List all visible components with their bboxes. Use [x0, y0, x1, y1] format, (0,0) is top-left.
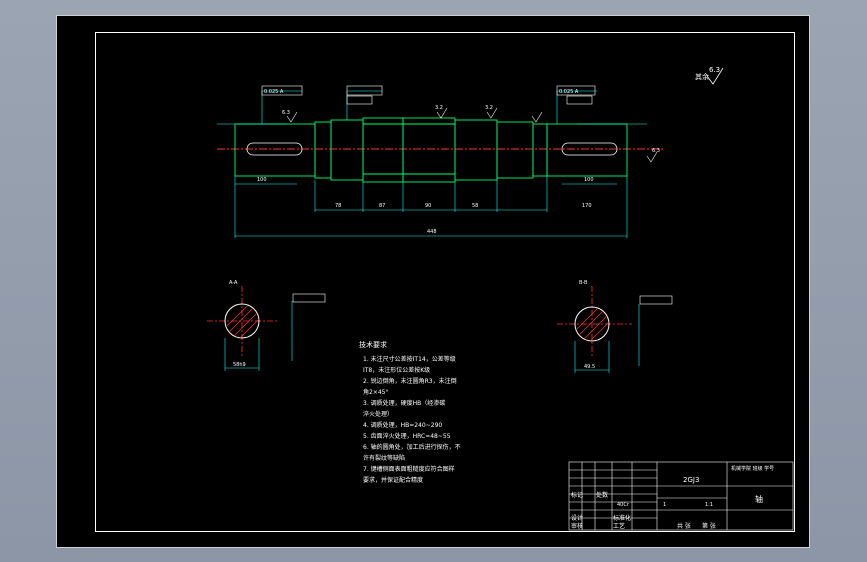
tech-req-item: 2. 锐边倒角，未注圆角R3，未注倒: [363, 378, 457, 385]
datum-right: 0.025 A: [559, 89, 579, 95]
tech-req-item: 要求，并保证配合精度: [363, 477, 424, 484]
tb-cell: 共 张: [677, 523, 691, 530]
dim-left-key: 100: [257, 177, 267, 183]
rough-b: 3.2: [435, 105, 443, 111]
tech-req-item: 淬火处理）: [363, 411, 394, 418]
drawing-sheet: 其余 6.3 0.025 A 0.025 A 6.3 3.2 3.2 6.3 4…: [56, 15, 810, 548]
tb-cell: 处数: [596, 492, 609, 499]
tb-cell: 工艺: [613, 523, 626, 530]
section-right-label: B-B: [579, 280, 588, 286]
roughness-marks: [286, 107, 658, 163]
dim-right-key: 100: [584, 177, 594, 183]
datum-left: 0.025 A: [264, 89, 284, 95]
material: 40Cr: [617, 502, 630, 508]
section-left-dims: [224, 293, 326, 371]
part-name: 轴: [755, 494, 763, 504]
quantity: 1: [663, 502, 666, 508]
dim-seg1: 78: [335, 203, 341, 209]
tb-cell: 第 张: [702, 523, 716, 530]
company: 机械学院 班级 学号: [731, 465, 774, 472]
tb-cell: 审核: [571, 523, 584, 530]
section-left-circle: [224, 303, 260, 339]
tech-req-item: 4. 调质处理，HB=240~290: [363, 422, 443, 429]
dim-seg2: 87: [379, 203, 385, 209]
section-left-dim: 58h9: [233, 362, 246, 368]
dim-seg5: 170: [582, 203, 592, 209]
drawing-number: 2GJ3: [683, 476, 699, 484]
rough-c: 3.2: [485, 105, 493, 111]
rough-a: 6.3: [282, 110, 290, 116]
scale: 1:1: [705, 502, 713, 508]
tech-req-item: 6. 轴的圆角处，加工后进行探伤，不: [363, 444, 461, 451]
tech-req-item: 许有裂纹等缺陷: [363, 455, 406, 462]
roughness-value: 6.3: [709, 66, 720, 74]
rough-d: 6.3: [652, 148, 660, 154]
tech-req-item: 7. 键槽侧面表面粗糙度应符合图样: [363, 466, 455, 473]
section-left-label: A-A: [229, 280, 238, 286]
tech-req-item: IT8，未注形位公差按K级: [363, 367, 431, 374]
tech-req-title: 技术要求: [359, 341, 387, 349]
tb-cell: 标记: [571, 492, 584, 499]
tech-req-item: 1. 未注尺寸公差按IT14，公差等级: [363, 356, 456, 363]
section-right-dim: 49.5: [584, 364, 595, 370]
dim-seg3: 90: [425, 203, 431, 209]
dim-seg4: 58: [472, 203, 478, 209]
dim-total: 448: [427, 229, 437, 235]
tolerance-frames: [261, 85, 596, 105]
tech-req-item: 3. 调质处理，硬度HB（经渗碳: [363, 400, 446, 407]
tech-req-item: 5. 齿面淬火处理，HRC=48~55: [363, 433, 451, 440]
shaft-outline: [234, 117, 628, 183]
tech-req-item: 角2×45°: [363, 389, 389, 396]
